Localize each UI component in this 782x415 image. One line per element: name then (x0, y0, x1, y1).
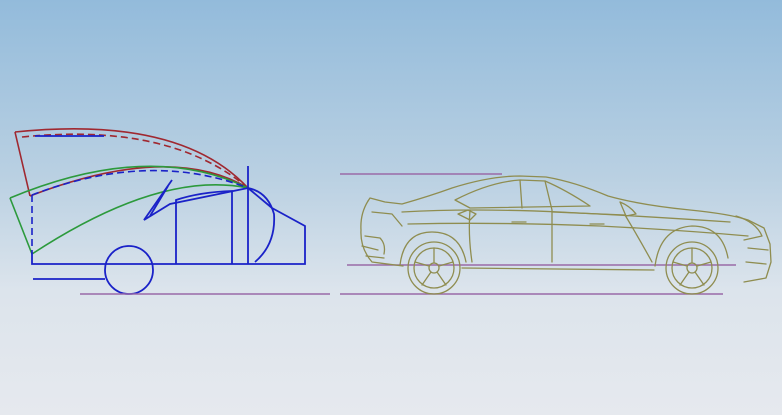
cad-viewport[interactable] (0, 0, 782, 415)
drawing-canvas (9, 128, 772, 295)
reference-lines (80, 173, 736, 295)
car-outline-drawing (360, 175, 772, 295)
green-arc (9, 165, 249, 255)
red-outer-arc (14, 128, 249, 197)
wheel-circle (104, 245, 154, 295)
mechanism-frame (31, 135, 306, 280)
blue-dashed-arc (31, 169, 249, 252)
